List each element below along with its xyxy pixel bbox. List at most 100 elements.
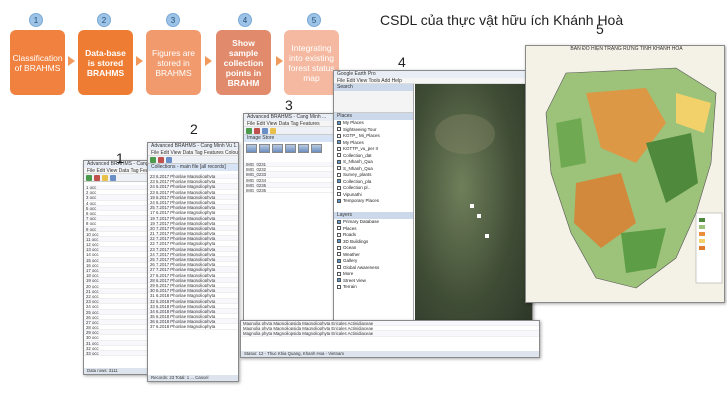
add-icon[interactable] [102, 175, 108, 181]
check-icon[interactable] [150, 157, 156, 163]
grid-icon[interactable] [166, 157, 172, 163]
step-2-number-badge: 2 [97, 13, 111, 27]
tree-item-label: Ocean [343, 245, 357, 250]
callout-5: 5 [596, 21, 604, 37]
checkbox[interactable] [337, 172, 341, 177]
window-title: Advanced BRAHMS - Cang Minh Vu 1.1 ... [148, 143, 238, 150]
layers-panel-label[interactable]: Layers [334, 212, 413, 219]
image-thumbnail[interactable] [285, 144, 296, 153]
checkbox[interactable] [337, 127, 341, 132]
status-bar: Records: 23 Total: 1 ... Cancel [148, 375, 238, 381]
tree-item-label: KGTP_ Mi_Places [343, 133, 380, 138]
status-bar: Status: 12 - Thuc Khia Quang, Khanh Hoa … [241, 351, 539, 357]
satellite-map-view[interactable] [415, 84, 532, 342]
checkbox[interactable] [337, 153, 341, 158]
tree-item-label: Collection_pla [343, 178, 372, 184]
tree-item-label: Collection pl.. [343, 185, 371, 190]
checkbox[interactable] [337, 265, 341, 270]
earth-sidebar: Search Places My Places Sightseeing Tour K… [334, 84, 414, 342]
records-list: 1 occ 2 occ 3 occ 4 occ 5 occ 6 occ 7 occ 8 occ… [84, 185, 147, 367]
image-thumbnail[interactable] [272, 144, 283, 153]
checkbox[interactable] [337, 185, 341, 190]
callout-3: 3 [285, 97, 293, 113]
checkbox[interactable] [337, 271, 341, 276]
tree-item[interactable]: Temporary Places [334, 198, 413, 205]
table-row[interactable]: Magnolia phyta Magnoliopsida Magnoliophy… [241, 331, 539, 337]
step-1-number-badge: 1 [29, 13, 43, 27]
step-arrow [68, 56, 75, 66]
tree-item-label: KGTTP_vu_per II [343, 146, 379, 151]
list-item[interactable]: IMG_0236 [244, 188, 337, 194]
delete-icon[interactable] [94, 175, 100, 181]
search-panel-label[interactable]: Search [334, 84, 413, 91]
slide-title: CSDL của thực vật hữu ích Khánh Hoà [380, 12, 624, 28]
step-arrow [205, 56, 212, 66]
checkbox[interactable] [337, 278, 341, 283]
image-icon[interactable] [270, 128, 276, 134]
check-icon[interactable] [246, 128, 252, 134]
checkbox[interactable] [337, 232, 341, 237]
sample-point-marker[interactable] [470, 204, 474, 208]
checkbox[interactable] [337, 140, 341, 145]
table-row[interactable]: 37 6.2018 Phonlae Magnoliophyta [148, 324, 238, 330]
toolbar [148, 156, 238, 164]
tree-item-label: Survey_plants [343, 172, 372, 177]
step-5-box: Integrating into existing forest status … [284, 30, 339, 95]
checkbox[interactable] [337, 192, 341, 197]
image-list: IMG_0231 IMG_0232 IMG_0233 IMG_0234 IMG_0235… [244, 162, 337, 342]
checkbox[interactable] [337, 226, 341, 231]
tree-item-label: More [343, 271, 354, 276]
image-thumbnail[interactable] [259, 144, 270, 153]
delete-icon[interactable] [158, 157, 164, 163]
tree-item-label: Primary Database [343, 219, 380, 224]
search-panel [334, 91, 413, 113]
grid-header: Collections - main file [all records] [148, 164, 238, 171]
step-3-number-badge: 3 [166, 13, 180, 27]
checkbox[interactable] [337, 219, 341, 224]
brahms-window-3: Advanced BRAHMS - Cang Minh ... File Edi… [243, 113, 338, 343]
step-arrow [136, 56, 143, 66]
table-row[interactable]: 33 occ [84, 351, 147, 357]
checkbox[interactable] [337, 120, 341, 125]
window-title: Advanced BRAHMS - Cang Minh ... [244, 114, 337, 121]
slide-canvas: { "title": "CSDL của thực vật hữu ích Kh… [0, 0, 727, 400]
tree-item[interactable]: Terrain [334, 284, 413, 291]
checkbox[interactable] [337, 245, 341, 250]
step-5-number-badge: 5 [307, 13, 321, 27]
checkbox[interactable] [337, 179, 341, 184]
delete-icon[interactable] [254, 128, 260, 134]
checkbox[interactable] [337, 258, 341, 263]
checkbox[interactable] [337, 166, 341, 171]
checkbox[interactable] [337, 252, 341, 257]
image-thumbnail[interactable] [311, 144, 322, 153]
places-panel-label[interactable]: Places [334, 113, 413, 120]
toolbar [244, 127, 337, 135]
image-thumbnail[interactable] [246, 144, 257, 153]
step-4-box: Show sample collection points in BRAHM [216, 30, 271, 95]
grid-icon[interactable] [262, 128, 268, 134]
google-earth-window: Google Earth Pro File Edit View Tools Ad… [333, 70, 533, 350]
checkbox[interactable] [337, 284, 341, 289]
checkbox[interactable] [337, 239, 341, 244]
checkbox[interactable] [337, 159, 341, 164]
callout-4: 4 [398, 54, 406, 70]
grid-icon[interactable] [110, 175, 116, 181]
checkbox[interactable] [337, 133, 341, 138]
sample-point-marker[interactable] [485, 234, 489, 238]
step-4-number-badge: 4 [238, 13, 252, 27]
map-title: BẢN ĐỒ HIỆN TRẠNG RỪNG TỈNH KHÁNH HOÀ [526, 46, 724, 53]
sample-point-marker[interactable] [477, 214, 481, 218]
tree-item-label: Sightseeing Tour [343, 126, 377, 132]
places-tree: My Places Sightseeing Tour KGTP_ Mi_Places… [334, 120, 413, 212]
window-title: Google Earth Pro [334, 71, 532, 78]
image-thumbnail[interactable] [298, 144, 309, 153]
check-icon[interactable] [86, 175, 92, 181]
checkbox[interactable] [337, 146, 341, 151]
tree-item-label: S_Nhanh_Qua [343, 159, 373, 164]
tree-item-label: S_Nhanh_Qua [343, 165, 373, 171]
checkbox[interactable] [337, 198, 341, 203]
status-bar: Data rows: 3111 [84, 368, 147, 374]
callout-2: 2 [190, 121, 198, 137]
map-terrain [435, 114, 495, 154]
collections-grid: 23 6.2017 Phonlae Magnoliophyta 23 6.2017… [148, 174, 238, 374]
